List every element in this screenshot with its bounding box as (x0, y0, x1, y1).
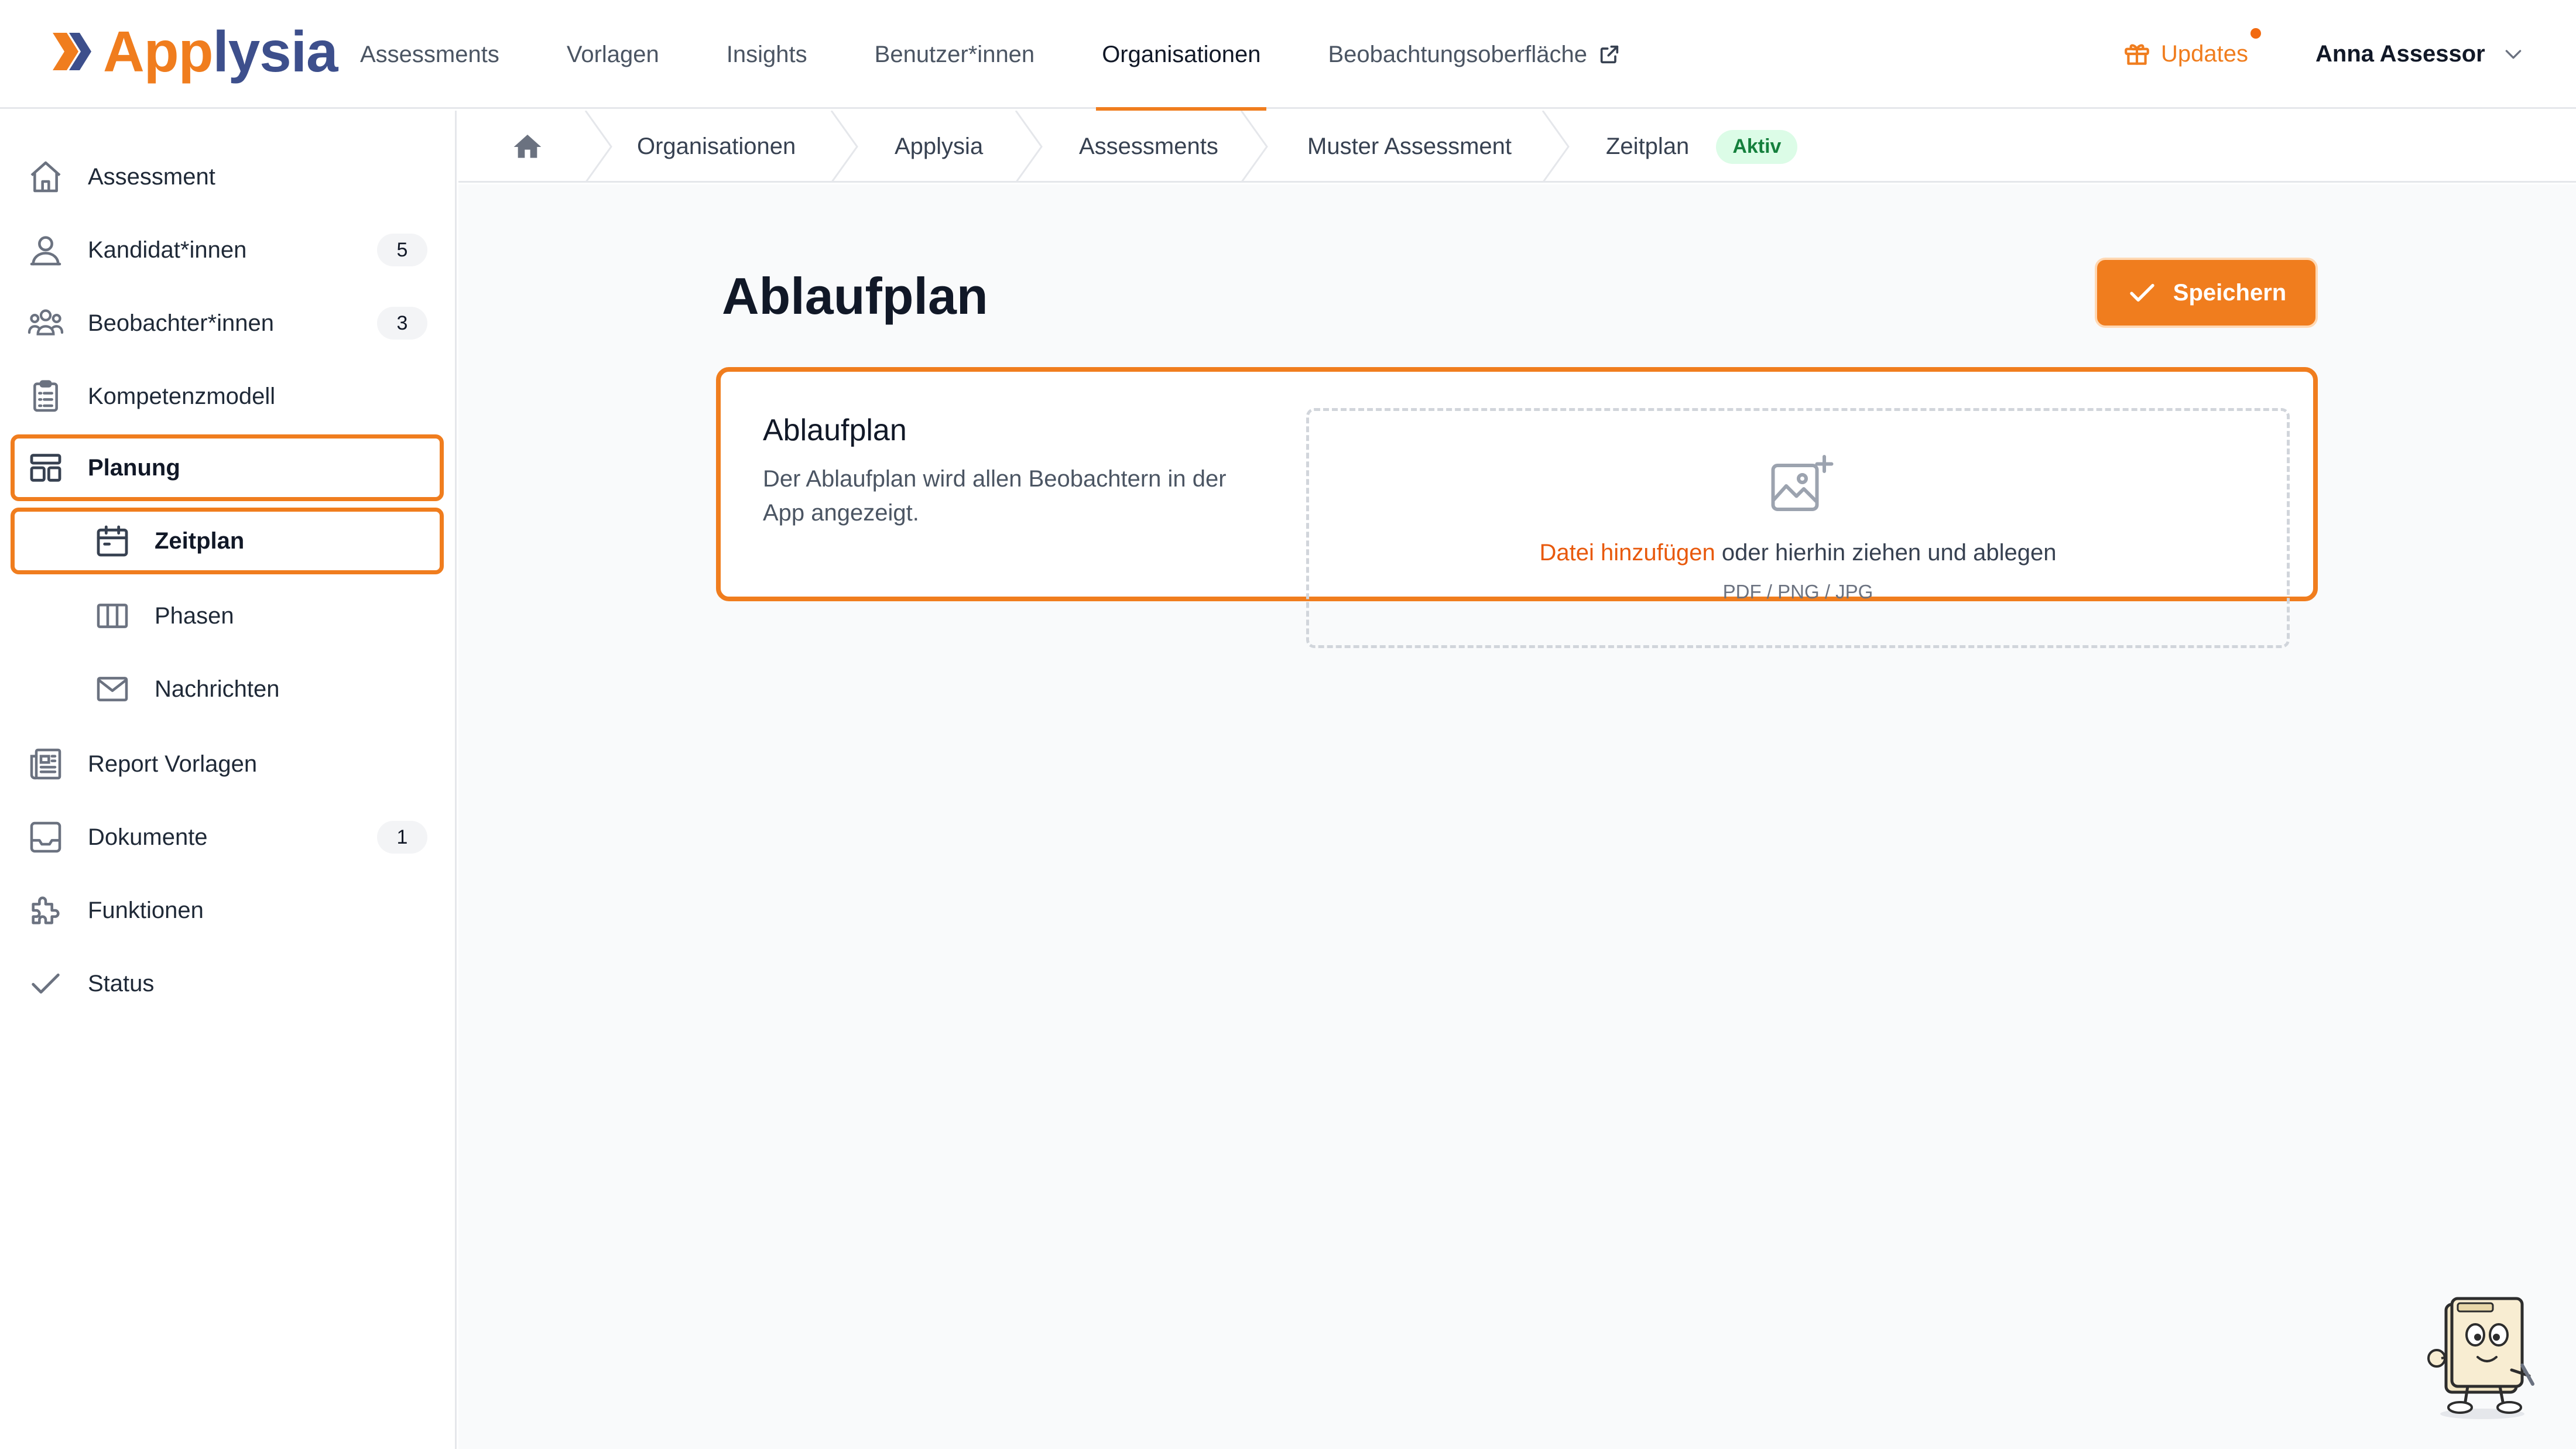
allowed-file-types: PDF / PNG / JPG (1722, 581, 1873, 602)
schedule-card: Ablaufplan Der Ablaufplan wird allen Beo… (716, 367, 2318, 648)
card-description: Der Ablaufplan wird allen Beobachtern in… (763, 466, 1227, 526)
chevron-down-icon (2505, 50, 2522, 59)
card-title: Ablaufplan (763, 413, 907, 447)
check-icon (32, 973, 60, 994)
breadcrumb-zeitplan[interactable]: Zeitplan Aktiv (1606, 111, 1798, 183)
gift-icon (2125, 44, 2149, 65)
mail-icon (97, 677, 128, 701)
breadcrumb-applysia[interactable]: Applysia (895, 111, 983, 183)
home-icon (30, 161, 61, 193)
save-button[interactable]: Speichern (2097, 260, 2315, 326)
group-icon (28, 309, 64, 335)
file-dropzone[interactable]: Datei hinzufügen oder hierhin ziehen und… (1306, 408, 2290, 648)
sidebar-item-label: Dokumente (88, 824, 208, 850)
nav-insights[interactable]: Insights (727, 0, 807, 109)
sidebar-item-kompetenzmodell[interactable]: Kompetenzmodell (11, 363, 444, 430)
puzzle-icon (32, 896, 60, 924)
columns-icon (97, 604, 128, 628)
sidebar-item-label: Beobachter*innen (88, 310, 275, 336)
check-icon (2130, 283, 2154, 302)
breadcrumb-home[interactable] (511, 111, 544, 183)
nav-benutzer[interactable]: Benutzer*innen (875, 0, 1035, 109)
help-mascot-icon[interactable] (2424, 1288, 2541, 1420)
sidebar-item-nachrichten[interactable]: Nachrichten (11, 656, 444, 722)
nav-vorlagen[interactable]: Vorlagen (567, 0, 659, 109)
home-icon (513, 134, 542, 158)
page-title: Ablaufplan (722, 267, 988, 325)
sidebar-item-assessment[interactable]: Assessment (11, 143, 444, 210)
sidebar-item-label: Funktionen (88, 897, 204, 923)
report-icon (30, 748, 61, 780)
notification-dot (2250, 28, 2261, 39)
sidebar-item-beobachterinnen[interactable]: Beobachter*innen 3 (11, 290, 444, 357)
sidebar-item-label: Status (88, 970, 155, 996)
sidebar-item-label: Phasen (155, 602, 234, 629)
status-badge: Aktiv (1716, 129, 1798, 164)
count-badge: 3 (377, 307, 427, 340)
logo-text: Applysia (103, 19, 338, 84)
sidebar-item-label: Kandidat*innen (88, 237, 247, 263)
layout-icon (30, 454, 61, 482)
dropzone-instructions: Datei hinzufügen oder hierhin ziehen und… (1539, 540, 2057, 566)
save-button-label: Speichern (2173, 279, 2287, 306)
users-icon (30, 236, 61, 266)
inbox-icon (30, 821, 61, 853)
breadcrumb-organisationen[interactable]: Organisationen (637, 111, 796, 183)
breadcrumb-separator-icon (1542, 111, 1570, 183)
top-navigation-bar: Applysia Assessments Vorlagen Insights B… (0, 0, 2576, 111)
count-badge: 1 (377, 821, 427, 854)
sidebar-item-phasen[interactable]: Phasen (11, 583, 444, 649)
sidebar-item-status[interactable]: Status (11, 950, 444, 1017)
sidebar-item-kandidatinnen[interactable]: Kandidat*innen 5 (11, 217, 444, 283)
sidebar-item-dokumente[interactable]: Dokumente 1 (11, 804, 444, 871)
calendar-icon (97, 525, 128, 557)
sidebar-item-label: Assessment (88, 163, 215, 190)
user-menu[interactable]: Anna Assessor (2315, 36, 2525, 71)
sidebar-item-planung[interactable]: Planung (11, 434, 444, 501)
breadcrumb-separator-icon (584, 111, 612, 183)
updates-button[interactable]: Updates (2122, 28, 2261, 71)
sidebar-item-report-vorlagen[interactable]: Report Vorlagen (11, 731, 444, 797)
sidebar: Assessment Kandidat*innen 5 Beobachter*i… (0, 111, 457, 1449)
nav-beobachtungsoberflaeche[interactable]: Beobachtungsoberfläche (1328, 0, 1621, 109)
add-image-icon (1771, 455, 1834, 511)
external-link-icon (1600, 45, 1619, 64)
breadcrumb-separator-icon (1240, 111, 1268, 183)
clipboard-icon (33, 380, 58, 412)
add-file-link[interactable]: Datei hinzufügen (1540, 540, 1715, 566)
breadcrumb-separator-icon (1015, 111, 1043, 183)
sidebar-item-label: Nachrichten (155, 676, 280, 702)
breadcrumb-muster-assessment[interactable]: Muster Assessment (1307, 111, 1512, 183)
logo-chevrons-icon (53, 33, 91, 70)
user-name: Anna Assessor (2315, 40, 2485, 67)
updates-label: Updates (2161, 40, 2248, 67)
sidebar-item-label: Kompetenzmodell (88, 383, 276, 409)
breadcrumb-assessments[interactable]: Assessments (1079, 111, 1218, 183)
breadcrumb: Organisationen Applysia Assessments Must… (458, 111, 2576, 183)
sidebar-item-label: Zeitplan (155, 527, 245, 554)
applysia-logo[interactable]: Applysia (49, 16, 338, 87)
main-nav: Assessments Vorlagen Insights Benutzer*i… (360, 0, 1688, 111)
nav-organisationen[interactable]: Organisationen (1096, 0, 1267, 111)
sidebar-item-funktionen[interactable]: Funktionen (11, 877, 444, 944)
count-badge: 5 (377, 234, 427, 266)
sidebar-item-label: Report Vorlagen (88, 751, 258, 777)
sidebar-item-label: Planung (88, 454, 180, 481)
nav-assessments[interactable]: Assessments (360, 0, 499, 109)
sidebar-item-zeitplan[interactable]: Zeitplan (11, 508, 444, 574)
breadcrumb-separator-icon (830, 111, 858, 183)
main-content: Ablaufplan Speichern Ablaufplan Der Abla… (458, 184, 2576, 1449)
